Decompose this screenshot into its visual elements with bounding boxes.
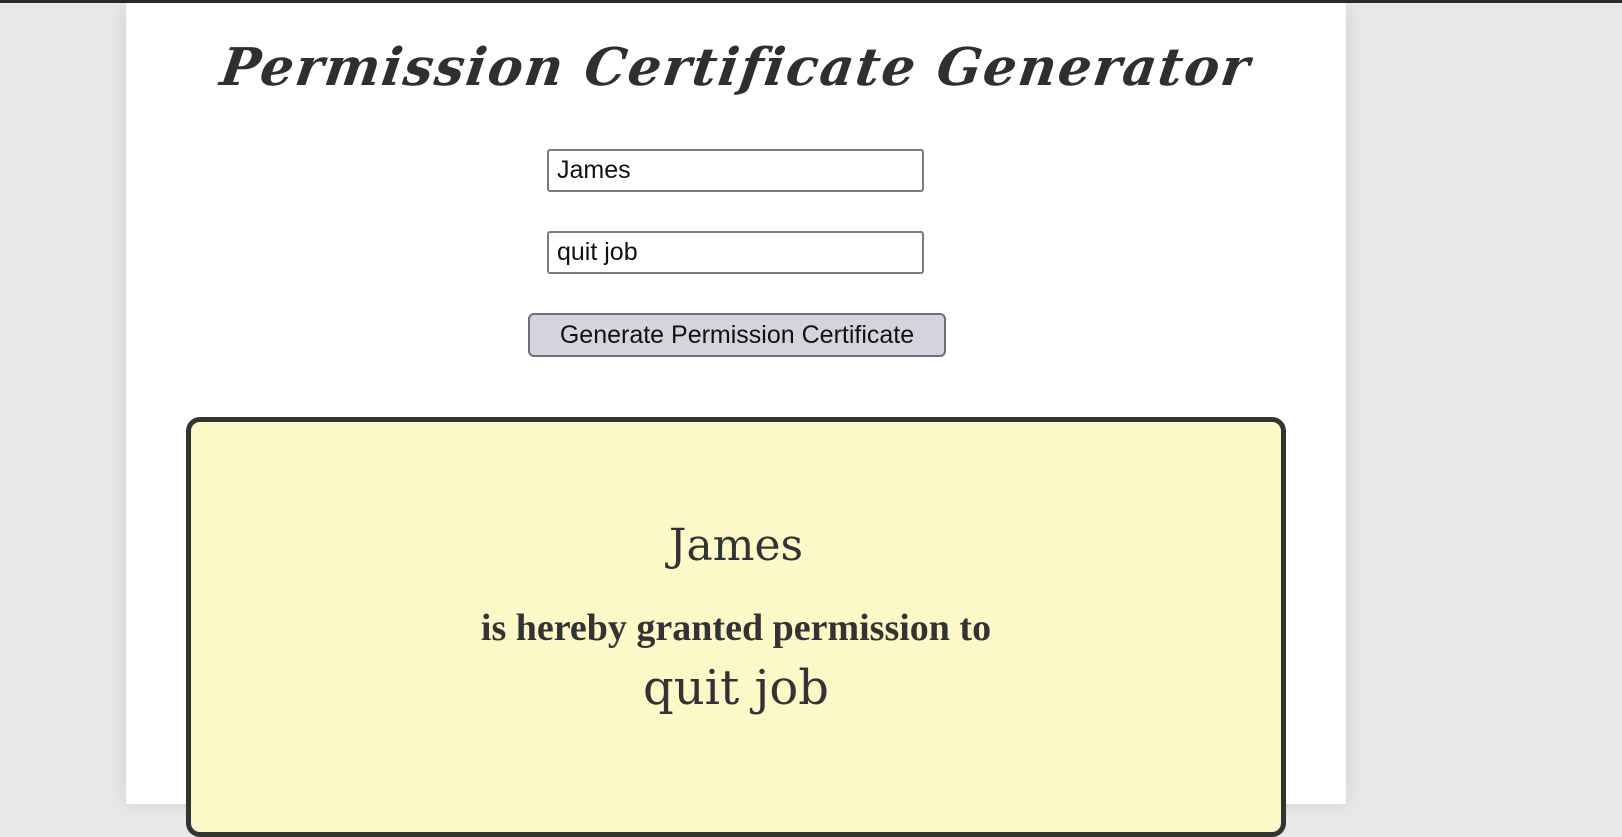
page-title: Permission Certificate Generator	[216, 37, 1256, 98]
generate-certificate-button[interactable]: Generate Permission Certificate	[528, 313, 946, 357]
certificate-permission-action: quit job	[642, 660, 830, 716]
certificate-recipient-name: James	[668, 520, 804, 571]
permission-certificate: James is hereby granted permission to qu…	[186, 417, 1286, 837]
page-container: Permission Certificate Generator Generat…	[126, 3, 1346, 837]
permission-action-input[interactable]	[547, 231, 924, 274]
certificate-granted-text: is hereby granted permission to	[480, 607, 992, 649]
name-input[interactable]	[547, 149, 924, 192]
